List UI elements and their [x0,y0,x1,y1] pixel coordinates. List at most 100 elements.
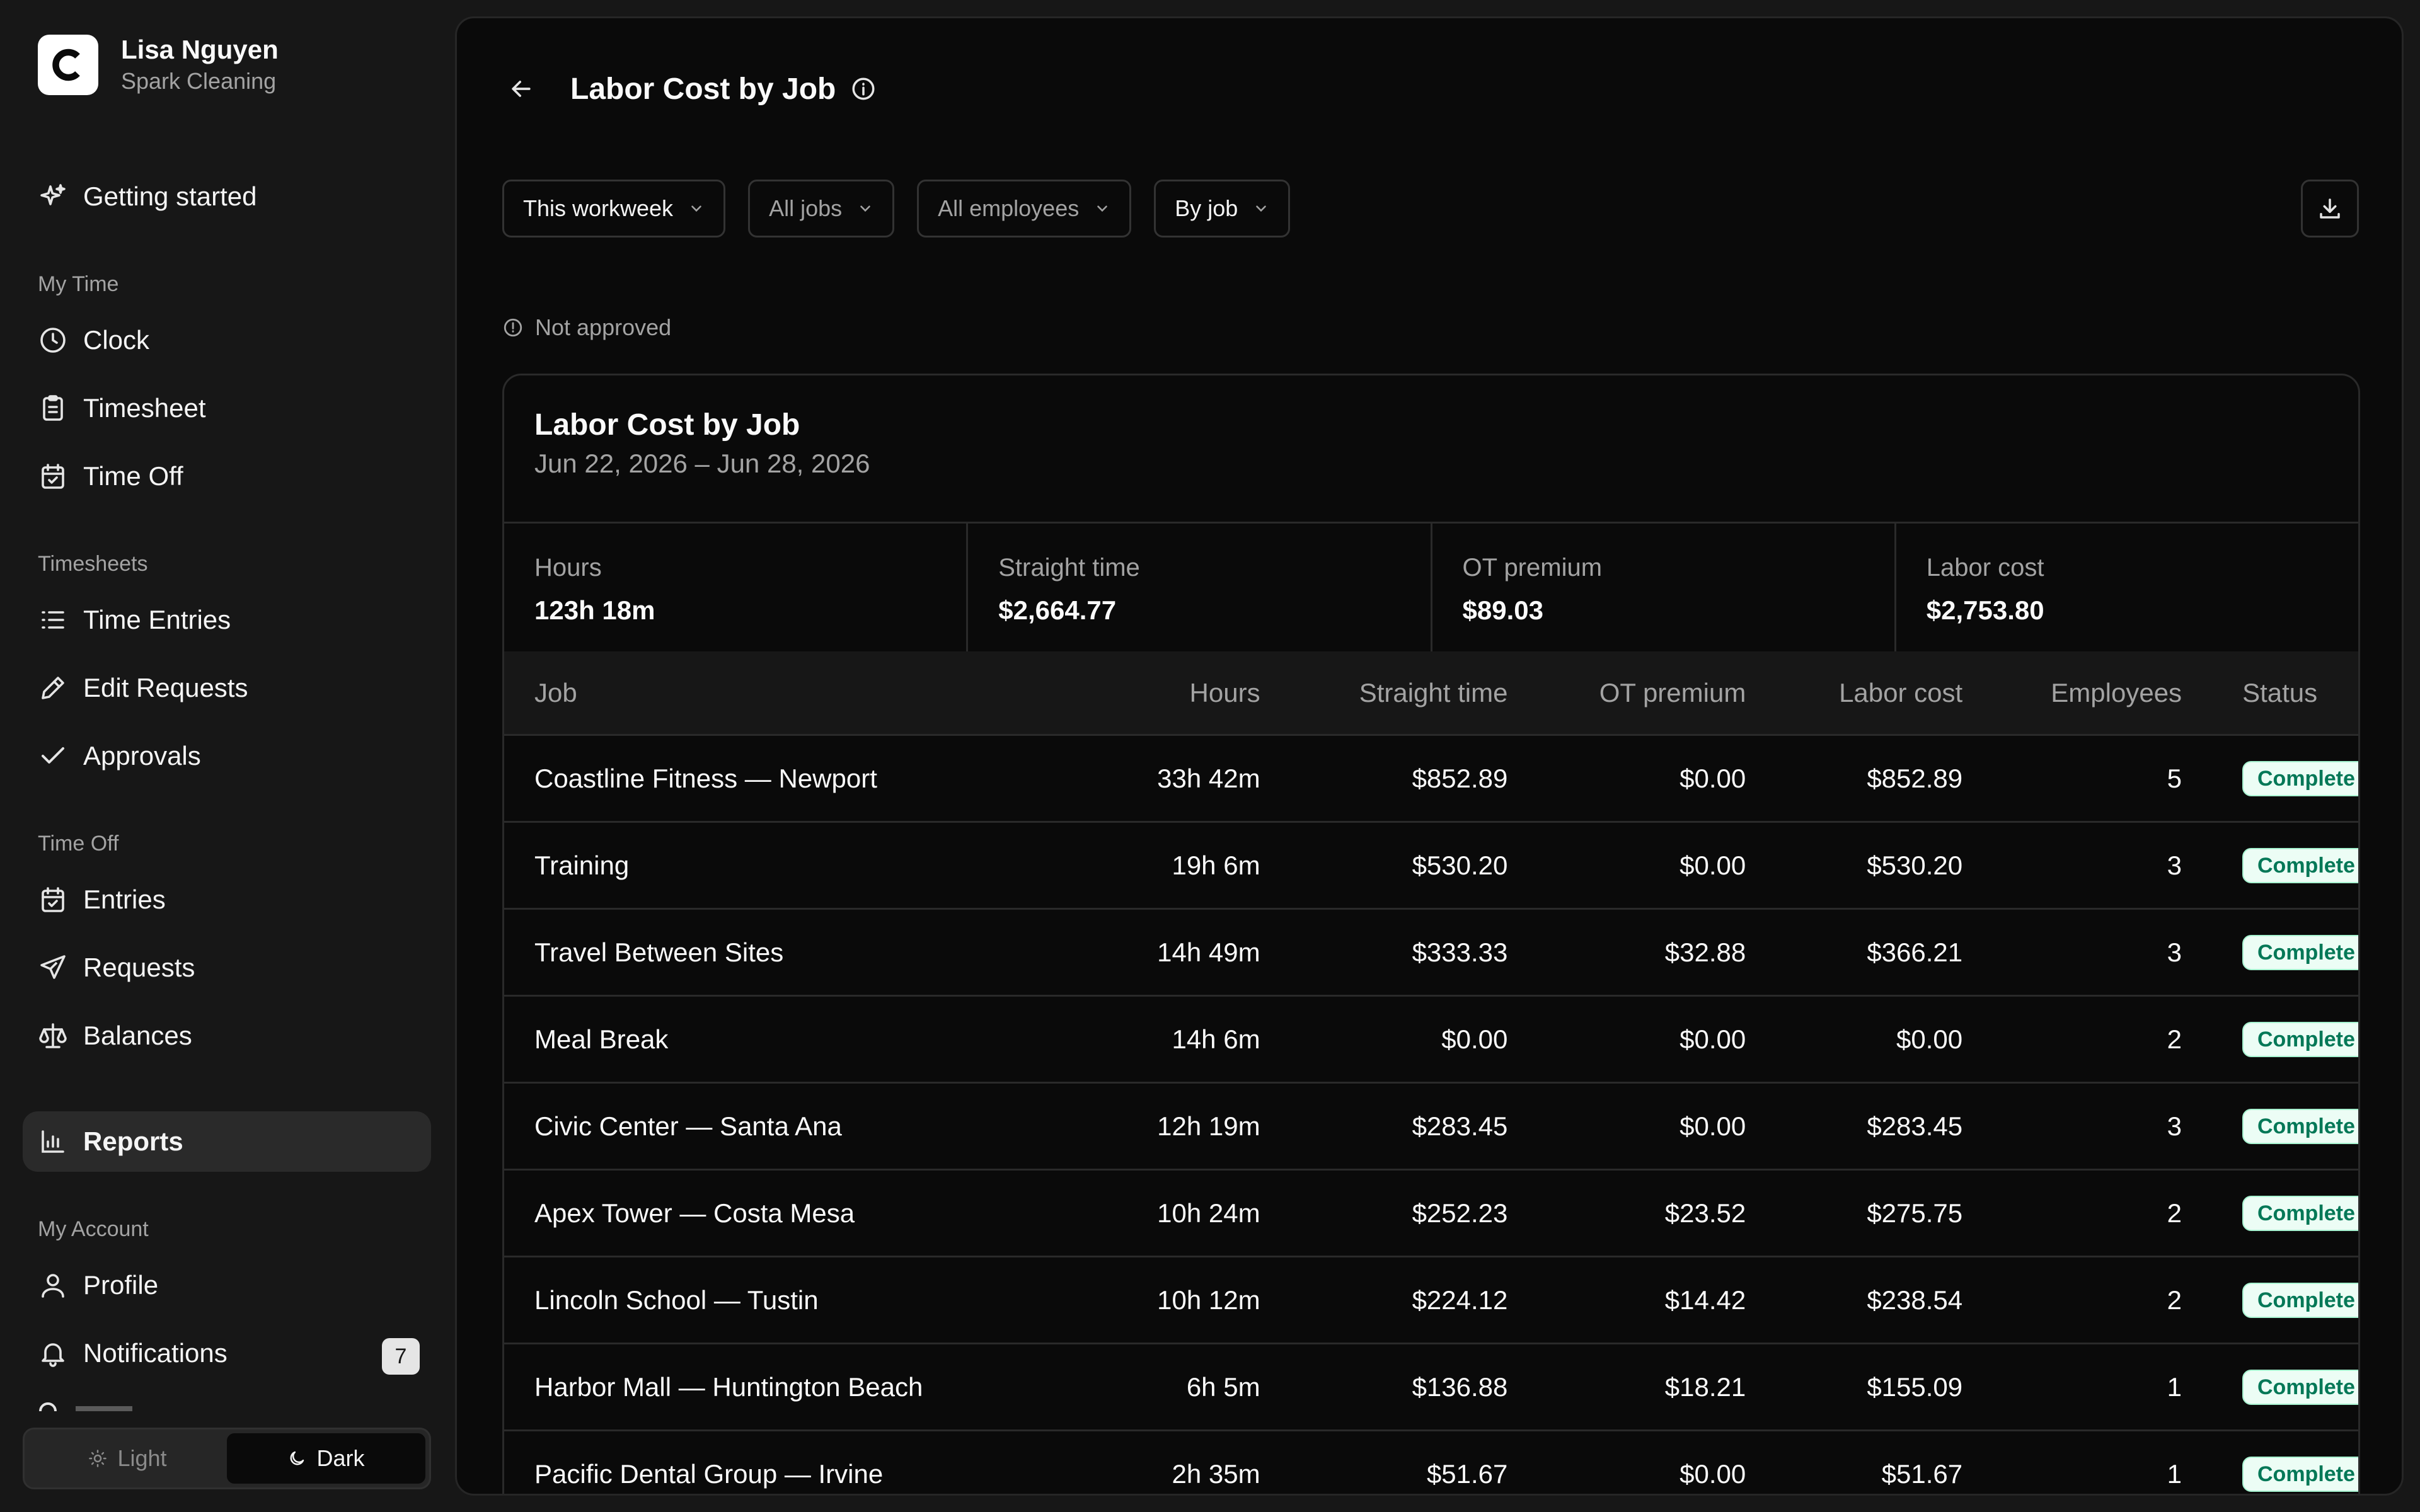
job-cell: Apex Tower — Costa Mesa [534,1198,855,1228]
sidebar-item-reports[interactable]: Reports [23,1111,431,1172]
employees-cell: 2 [2167,1285,2182,1315]
table-row[interactable]: Lincoln School — Tustin 10h 12m $224.12 $14… [504,1257,2358,1344]
info-icon[interactable] [850,75,877,103]
sidebar-item-balances[interactable]: Balances [23,1005,431,1066]
table-row[interactable]: Meal Break 14h 6m $0.00 $0.00 $0.00 2 Complete [504,997,2358,1084]
page-title: Labor Cost by Job [570,72,836,106]
table-row[interactable]: Coastline Fitness — Newport 33h 42m $852.8… [504,736,2358,823]
stat-value: 123h 18m [534,595,655,625]
theme-light-button[interactable]: Light [28,1433,227,1484]
theme-light-label: Light [117,1445,167,1471]
employees-cell: 1 [2167,1458,2182,1489]
job-cell: Travel Between Sites [534,937,784,967]
report-card: Labor Cost by Job Jun 22, 2026 – Jun 28,… [502,374,2360,1494]
column-header-ot-premium[interactable]: OT premium [1507,678,1746,708]
sidebar-item-timesheet[interactable]: Timesheet [23,378,431,438]
sidebar-item-label: Requests [83,953,195,982]
job-cell: Training [534,850,630,880]
section-label-timesheets: Timesheets [38,552,148,576]
stat-labor-cost: Labor cost $2,753.80 [1896,524,2358,651]
sidebar-item-getting-started[interactable]: Getting started [23,166,431,227]
chevron-down-icon [860,205,870,212]
page-header: Labor Cost by Job [502,62,877,115]
job-cell: Pacific Dental Group — Irvine [534,1458,884,1489]
column-header-status[interactable]: Status [2182,678,2358,708]
hours-cell: 14h 49m [1157,937,1260,967]
theme-toggle[interactable]: Light Dark [23,1428,431,1489]
column-header-job[interactable]: Job [504,678,1034,708]
sidebar-item-approvals[interactable]: Approvals [23,726,431,786]
jobs-filter[interactable]: All jobs [748,180,895,238]
sidebar-item-label: Approvals [83,741,201,770]
sidebar-item-edit-requests[interactable]: Edit Requests [23,658,431,718]
sidebar-item-label: Timesheet [83,393,206,423]
theme-dark-button[interactable]: Dark [227,1433,425,1484]
hours-cell: 2h 35m [1172,1458,1260,1489]
stat-label: OT premium [1462,554,1603,581]
table-row[interactable]: Civic Center — Santa Ana 12h 19m $283.45 $0… [504,1084,2358,1171]
stat-value: $2,664.77 [998,595,1117,625]
hours-cell: 10h 12m [1157,1285,1260,1315]
sparkles-icon [38,181,68,212]
ot-premium-cell: $23.52 [1664,1198,1746,1228]
column-header-labor-cost[interactable]: Labor cost [1746,678,1962,708]
sun-icon [89,1450,107,1467]
hours-cell: 12h 19m [1157,1111,1260,1141]
sidebar-item-time-off[interactable]: Time Off [23,446,431,507]
straight-time-cell: $136.88 [1412,1372,1508,1402]
sidebar-item-label: Edit Requests [83,673,248,702]
table-row[interactable]: Apex Tower — Costa Mesa 10h 24m $252.23 $23… [504,1171,2358,1257]
period-filter[interactable]: This workweek [502,180,726,238]
column-header-employees[interactable]: Employees [1962,678,2182,708]
table-row[interactable]: Training 19h 6m $530.20 $0.00 $530.20 3 Comple… [504,823,2358,910]
column-header-hours[interactable]: Hours [1034,678,1260,708]
status-cell: Complete [2182,760,2358,796]
column-header-straight-time[interactable]: Straight time [1260,678,1508,708]
table-row[interactable]: Travel Between Sites 14h 49m $333.33 $32.88… [504,910,2358,997]
table-row[interactable]: Harbor Mall — Huntington Beach 6h 5m $136.… [504,1344,2358,1431]
sidebar: Lisa Nguyen Spark Cleaning Getting start… [0,0,455,1512]
status-badge: Complete [2242,1369,2358,1405]
sidebar-item-label: Reports [83,1126,183,1156]
account-switcher[interactable]: Lisa Nguyen Spark Cleaning [38,34,279,96]
table-row[interactable]: Pacific Dental Group — Irvine 2h 35m $51.6… [504,1431,2358,1494]
job-cell: Harbor Mall — Huntington Beach [534,1372,923,1402]
ot-premium-cell: $0.00 [1680,1024,1746,1054]
sidebar-item-clock[interactable]: Clock [23,310,431,370]
moon-icon [291,1451,304,1465]
sidebar-item-entries[interactable]: Entries [23,869,431,930]
job-cell: Coastline Fitness — Newport [534,763,877,793]
ot-premium-cell: $32.88 [1664,937,1746,967]
labor-cost-cell: $283.45 [1867,1111,1963,1141]
stat-straight-time: Straight time $2,664.77 [968,524,1432,651]
employees-filter[interactable]: All employees [917,180,1132,238]
user-icon [38,1270,68,1300]
jobs-filter-value: All jobs [769,195,843,221]
labor-cost-cell: $275.75 [1867,1198,1963,1228]
report-title: Labor Cost by Job [534,408,800,442]
labor-cost-cell: $852.89 [1867,763,1963,793]
section-label-time-off: Time Off [38,832,119,856]
section-label-my-account: My Account [38,1217,149,1241]
straight-time-cell: $852.89 [1412,763,1508,793]
back-arrow-icon[interactable] [502,70,540,108]
employees-filter-value: All employees [938,195,1080,221]
hours-cell: 14h 6m [1172,1024,1260,1054]
sidebar-item-clipped[interactable] [23,1402,431,1411]
group-by-filter[interactable]: By job [1154,180,1291,238]
sidebar-item-time-entries[interactable]: Time Entries [23,590,431,650]
sidebar-item-profile[interactable]: Profile [23,1255,431,1315]
download-button[interactable] [2301,180,2359,238]
filter-bar: This workweek All jobs All employees By … [502,180,1313,238]
labor-cost-cell: $530.20 [1867,850,1963,880]
sidebar-item-requests[interactable]: Requests [23,937,431,998]
company-logo-icon [38,35,98,95]
straight-time-cell: $0.00 [1441,1024,1508,1054]
employees-cell: 2 [2167,1024,2182,1054]
status-badge: Complete [2242,760,2358,796]
status-cell: Complete [2182,1108,2358,1144]
theme-dark-label: Dark [316,1445,365,1471]
account-org: Spark Cleaning [121,68,277,94]
sidebar-item-notifications[interactable]: Notifications 7 [23,1323,431,1383]
ot-premium-cell: $0.00 [1680,850,1746,880]
